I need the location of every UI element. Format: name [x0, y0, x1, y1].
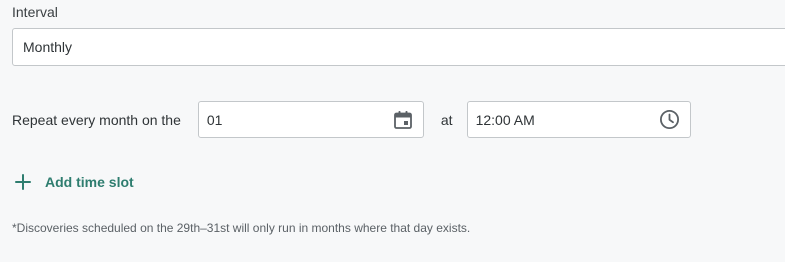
- day-of-month-value: 01: [206, 111, 223, 128]
- clock-icon[interactable]: [659, 109, 680, 130]
- add-time-slot-button[interactable]: Add time slot: [14, 173, 134, 191]
- add-time-slot-label: Add time slot: [45, 174, 134, 190]
- interval-label: Interval: [12, 4, 58, 20]
- time-value: 12:00 AM: [475, 111, 535, 128]
- time-input[interactable]: 12:00 AM: [466, 101, 691, 138]
- interval-selected-value: Monthly: [23, 39, 73, 55]
- repeat-row: Repeat every month on the 01 at 12:00 AM: [12, 101, 691, 138]
- repeat-label: Repeat every month on the: [12, 111, 181, 128]
- footnote: *Discoveries scheduled on the 29th–31st …: [12, 221, 471, 235]
- interval-select[interactable]: Monthly: [12, 28, 785, 66]
- calendar-icon[interactable]: [393, 110, 413, 130]
- at-label: at: [440, 111, 453, 128]
- plus-icon: [14, 173, 32, 191]
- day-of-month-input[interactable]: 01: [197, 101, 424, 138]
